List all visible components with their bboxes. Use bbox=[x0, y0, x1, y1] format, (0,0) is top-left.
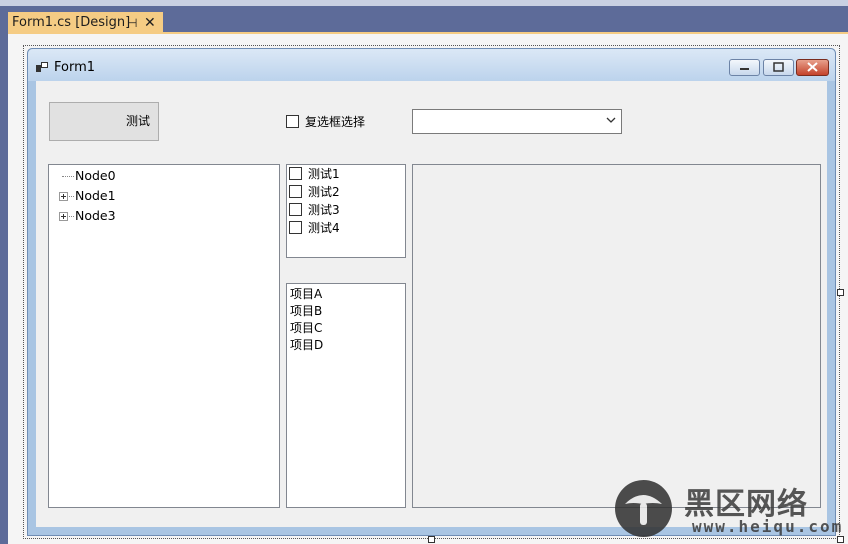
combo-box[interactable] bbox=[412, 109, 622, 134]
tree-line bbox=[62, 176, 74, 177]
checked-list-box[interactable]: 测试1 测试2 测试3 测试4 bbox=[286, 164, 406, 258]
list-item[interactable]: 项目D bbox=[290, 337, 323, 354]
form-window[interactable]: Form1 测试 复选框选择 Node0 Node1 Node3 测试1 测试2… bbox=[27, 48, 836, 536]
list-item[interactable]: 测试1 bbox=[289, 166, 340, 183]
list-item-label: 测试1 bbox=[308, 167, 340, 181]
close-icon bbox=[807, 62, 818, 72]
pin-icon[interactable]: ⊣ bbox=[127, 12, 137, 34]
expand-icon[interactable] bbox=[59, 212, 68, 221]
watermark-logo bbox=[615, 480, 672, 537]
panel[interactable] bbox=[412, 164, 821, 508]
list-item-label: 测试3 bbox=[308, 203, 340, 217]
checkbox-box[interactable] bbox=[286, 115, 299, 128]
expand-icon[interactable] bbox=[59, 192, 68, 201]
minimize-button[interactable] bbox=[729, 59, 760, 76]
form-title: Form1 bbox=[54, 60, 96, 75]
design-surface[interactable]: Form1 测试 复选框选择 Node0 Node1 Node3 测试1 测试2… bbox=[8, 34, 848, 544]
tree-node-label[interactable]: Node0 bbox=[75, 167, 116, 185]
list-item-label: 测试4 bbox=[308, 221, 340, 235]
form-client-area: 测试 复选框选择 Node0 Node1 Node3 测试1 测试2 测试3 测… bbox=[36, 81, 827, 527]
tree-view[interactable]: Node0 Node1 Node3 bbox=[48, 164, 280, 508]
list-item[interactable]: 测试3 bbox=[289, 202, 340, 219]
chevron-down-icon[interactable] bbox=[605, 114, 617, 126]
document-tab-strip: Form1.cs [Design] ⊣ ✕ bbox=[0, 0, 848, 34]
watermark-url: www.heiqu.com bbox=[692, 517, 844, 536]
maximize-button[interactable] bbox=[763, 59, 794, 76]
checkbox-select[interactable]: 复选框选择 bbox=[286, 113, 365, 130]
close-button[interactable] bbox=[796, 59, 829, 76]
test-button[interactable]: 测试 bbox=[49, 102, 159, 141]
close-tab-icon[interactable]: ✕ bbox=[144, 12, 156, 34]
tab-title: Form1.cs [Design] bbox=[12, 15, 131, 30]
tab-form1-design[interactable]: Form1.cs [Design] ⊣ ✕ bbox=[8, 12, 163, 34]
minimize-icon bbox=[740, 68, 749, 70]
form-app-icon bbox=[36, 62, 48, 72]
tree-node-label[interactable]: Node3 bbox=[75, 207, 116, 225]
checkbox-box[interactable] bbox=[289, 203, 302, 216]
maximize-icon bbox=[773, 62, 784, 72]
list-item[interactable]: 测试2 bbox=[289, 184, 340, 201]
watermark: 黑区网络 www.heiqu.com bbox=[612, 477, 842, 539]
mushroom-icon bbox=[625, 495, 662, 525]
checkbox-box[interactable] bbox=[289, 221, 302, 234]
tab-strip-top-band bbox=[0, 0, 848, 6]
list-item[interactable]: 项目A bbox=[290, 286, 322, 303]
tree-node-label[interactable]: Node1 bbox=[75, 187, 116, 205]
list-box[interactable]: 项目A 项目B 项目C 项目D bbox=[286, 283, 406, 508]
list-item[interactable]: 项目C bbox=[290, 320, 322, 337]
resize-grip-right[interactable] bbox=[837, 289, 844, 296]
checkbox-box[interactable] bbox=[289, 167, 302, 180]
form-titlebar[interactable]: Form1 bbox=[28, 49, 835, 81]
checkbox-box[interactable] bbox=[289, 185, 302, 198]
list-item[interactable]: 项目B bbox=[290, 303, 322, 320]
list-item[interactable]: 测试4 bbox=[289, 220, 340, 237]
resize-grip-bottom[interactable] bbox=[428, 536, 435, 543]
list-item-label: 测试2 bbox=[308, 185, 340, 199]
checkbox-label: 复选框选择 bbox=[305, 115, 366, 129]
